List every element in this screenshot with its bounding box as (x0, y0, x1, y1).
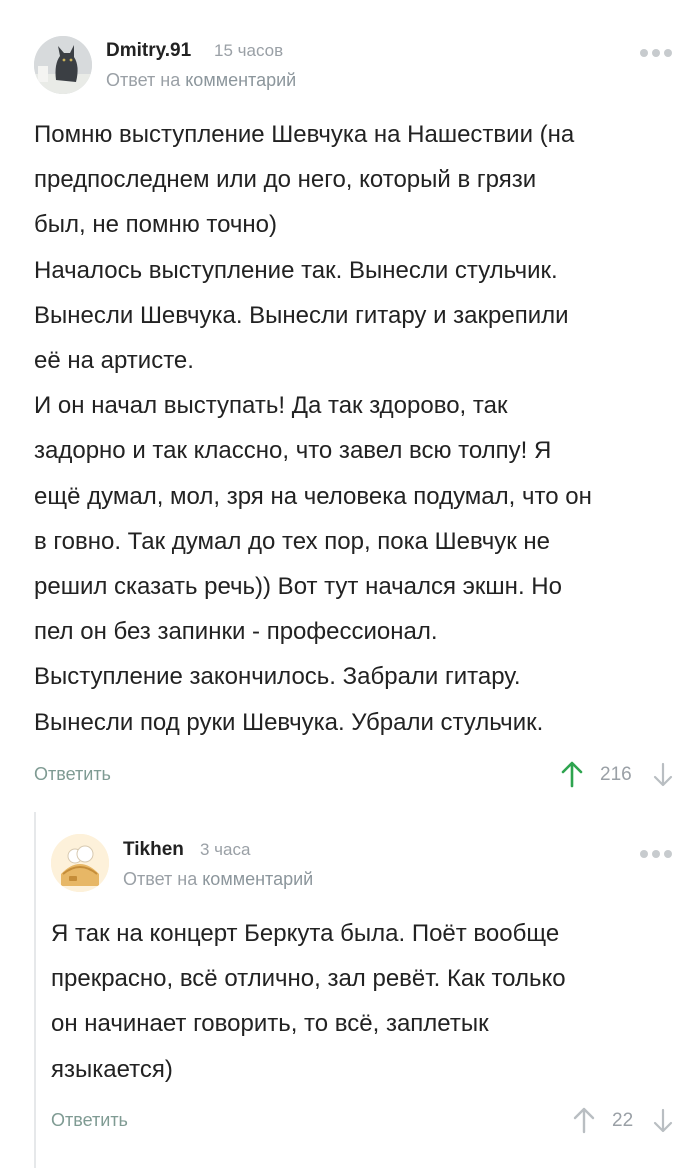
comment-line: ещё думал, мол, зря на человека подумал,… (34, 482, 592, 510)
comment-time: 15 часов (214, 41, 284, 60)
reply-to-prefix: Ответ на (123, 869, 198, 889)
reply-button[interactable]: Ответить (34, 764, 111, 785)
author-name[interactable]: Dmitry.91 (106, 40, 191, 62)
comment-line: прекрасно, всё отлично, зал ревёт. Как т… (51, 965, 566, 993)
comment-line: был, не помню точно) (34, 211, 278, 239)
comment-line: предпоследнем или до него, который в гря… (34, 166, 537, 194)
comment-time: 3 часа (200, 840, 251, 859)
comment-body: Помню выступление Шевчука на Нашествии (… (34, 112, 592, 745)
arrow-up-icon[interactable] (560, 760, 584, 793)
arrow-down-icon[interactable] (652, 762, 674, 793)
comment-body: Я так на концерт Беркута была. Поёт вооб… (51, 911, 566, 1092)
comment-line: И он начал выступать! Да так здорово, та… (34, 392, 508, 420)
reply-to-link[interactable]: комментарий (185, 70, 296, 90)
reply-to-link[interactable]: комментарий (202, 869, 313, 889)
comment-line: языкается) (51, 1055, 173, 1083)
avatar[interactable] (51, 834, 109, 892)
comment-line: Вынесли Шевчука. Вынесли гитару и закреп… (34, 301, 569, 329)
comment-line: он начинает говорить, то всё, заплетык (51, 1010, 489, 1038)
comment: Dmitry.91 15 часов Ответ на комментарий … (0, 0, 700, 800)
reply-to-line: Ответ на комментарий (106, 70, 296, 91)
comment-line: Помню выступление Шевчука на Нашествии (… (34, 121, 575, 148)
comment-line: Я так на концерт Беркута была. Поёт вооб… (51, 920, 560, 947)
reply-to-line: Ответ на комментарий (123, 869, 313, 890)
comment-line: задорно и так классно, что завел всю тол… (34, 437, 552, 465)
rating-count: 216 (600, 764, 632, 785)
comment-line: Вынесли под руки Шевчука. Убрали стульчи… (34, 708, 544, 736)
arrow-up-icon[interactable] (572, 1106, 596, 1139)
comment-line: Выступление закончилось. Забрали гитару. (34, 663, 521, 691)
more-dots-icon[interactable] (636, 845, 672, 863)
comment-line: в говно. Так думал до тех пор, пока Шевч… (34, 527, 550, 555)
more-dots-icon[interactable] (636, 44, 672, 62)
author-name[interactable]: Tikhen (123, 839, 184, 861)
reply-button[interactable]: Ответить (51, 1110, 128, 1131)
reply-to-prefix: Ответ на (106, 70, 181, 90)
avatar[interactable] (34, 36, 92, 94)
comment-line: пел он без запинки - профессионал. (34, 618, 438, 646)
comment-line: Началось выступление так. Вынесли стульч… (34, 256, 558, 284)
rating-count: 22 (612, 1110, 634, 1131)
comment-line: её на артисте. (34, 347, 194, 375)
arrow-down-icon[interactable] (652, 1108, 674, 1139)
comment-line: решил сказать речь)) Вот тут начался экш… (34, 573, 562, 601)
